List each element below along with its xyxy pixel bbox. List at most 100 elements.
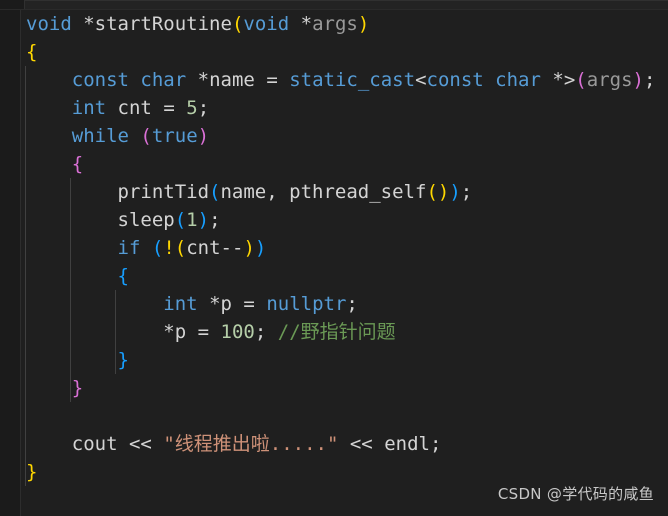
token-paren-close: ) xyxy=(243,237,255,259)
code-line: } xyxy=(0,374,668,402)
token-keyword-const: const xyxy=(426,69,484,91)
token-function-sleep: sleep xyxy=(117,209,175,231)
token-keyword-nullptr: nullptr xyxy=(266,293,347,315)
token-brace-open-depth3: { xyxy=(117,265,129,287)
code-line: cout << "线程推出啦....." << endl; xyxy=(0,430,668,458)
token-variable-name: name xyxy=(209,69,255,91)
token-operator-not: ! xyxy=(163,237,175,259)
token-keyword-true: true xyxy=(151,125,198,147)
token-paren-open: ( xyxy=(140,125,152,147)
token-paren-open: ( xyxy=(231,13,244,35)
token-keyword-void: void xyxy=(243,13,290,35)
token-operator-assign: = xyxy=(163,97,175,119)
token-number-1: 1 xyxy=(186,209,198,231)
token-function-pthread-self: pthread_self xyxy=(289,181,427,203)
code-line: const char *name = static_cast<const cha… xyxy=(0,66,668,94)
token-semicolon: ; xyxy=(643,69,656,91)
token-operator-star: * xyxy=(209,293,221,315)
csdn-watermark: CSDN @学代码的咸鱼 xyxy=(497,485,654,503)
token-semicolon: ; xyxy=(254,321,267,343)
code-line: *p = 100; //野指针问题 xyxy=(0,318,668,346)
token-keyword-if: if xyxy=(117,237,141,259)
token-semicolon: ; xyxy=(429,433,442,455)
token-comment: //野指针问题 xyxy=(277,321,396,343)
code-line: int cnt = 5; xyxy=(0,94,668,122)
token-paren-open: ( xyxy=(426,181,438,203)
code-area[interactable]: void *startRoutine(void *args) { const c… xyxy=(0,10,668,516)
token-paren-close: ) xyxy=(449,181,461,203)
token-operator-star: * xyxy=(300,13,313,35)
code-line: if (!(cnt--)) xyxy=(0,234,668,262)
token-semicolon: ; xyxy=(346,293,358,315)
token-paren-open: ( xyxy=(575,69,587,91)
token-number-5: 5 xyxy=(186,97,198,119)
token-variable-cout: cout xyxy=(71,433,118,455)
token-function-startroutine: startRoutine xyxy=(94,13,232,35)
token-parameter-args: args xyxy=(312,13,358,35)
token-paren-open: ( xyxy=(174,237,187,259)
token-paren-close: ) xyxy=(632,69,644,91)
token-variable-p: p xyxy=(220,293,232,315)
token-variable-p: p xyxy=(174,321,187,343)
token-function-printtid: printTid xyxy=(117,181,210,203)
token-paren-close: ) xyxy=(357,13,370,35)
token-comma: , xyxy=(266,181,278,203)
token-operator-lt: < xyxy=(415,69,427,91)
code-line: int *p = nullptr; xyxy=(0,290,668,318)
token-variable-args: args xyxy=(586,69,633,91)
token-operator-assign: = xyxy=(266,69,278,91)
token-operator-shift-left: << xyxy=(128,433,152,455)
token-brace-close-depth2: } xyxy=(71,377,84,399)
token-operator-assign: = xyxy=(197,321,210,343)
panel-top-edge xyxy=(0,0,668,10)
token-keyword-void: void xyxy=(26,13,72,35)
code-line: while (true) xyxy=(0,122,668,150)
token-operator-assign: = xyxy=(243,293,255,315)
token-operator-star: * xyxy=(197,69,210,91)
token-paren-open: ( xyxy=(209,181,221,203)
token-string-literal: "线程推出啦....." xyxy=(163,433,339,455)
token-semicolon: ; xyxy=(460,181,473,203)
token-operator-gt: > xyxy=(563,69,576,91)
token-variable-cnt: cnt xyxy=(186,237,221,259)
token-keyword-int: int xyxy=(71,97,107,119)
token-variable-name: name xyxy=(220,181,267,203)
token-paren-close: ) xyxy=(437,181,450,203)
token-operator-star: * xyxy=(163,321,175,343)
token-paren-close: ) xyxy=(197,209,210,231)
token-paren-open: ( xyxy=(151,237,164,259)
token-keyword-char: char xyxy=(140,69,187,91)
code-line: sleep(1); xyxy=(0,206,668,234)
token-keyword-while: while xyxy=(71,125,129,147)
code-line: void *startRoutine(void *args) xyxy=(0,10,668,38)
token-paren-close: ) xyxy=(197,125,210,147)
token-keyword-char: char xyxy=(495,69,541,91)
code-editor-screenshot: void *startRoutine(void *args) { const c… xyxy=(0,0,668,516)
token-brace-close-depth1: } xyxy=(26,461,38,483)
token-paren-open: ( xyxy=(174,209,187,231)
code-line: { xyxy=(0,262,668,290)
token-brace-close-depth3: } xyxy=(117,349,129,371)
token-variable-endl: endl xyxy=(384,433,430,455)
token-operator-star: * xyxy=(83,13,95,35)
token-number-100: 100 xyxy=(220,321,255,343)
token-keyword-const: const xyxy=(71,69,129,91)
panel-top-edge-inner xyxy=(24,0,668,9)
token-operator-decrement: -- xyxy=(220,237,244,259)
token-paren-close: ) xyxy=(254,237,267,259)
token-keyword-static-cast: static_cast xyxy=(289,69,416,91)
token-semicolon: ; xyxy=(197,97,210,119)
token-brace-open-depth2: { xyxy=(71,153,84,175)
token-variable-cnt: cnt xyxy=(117,97,152,119)
code-line: printTid(name, pthread_self()); xyxy=(0,178,668,206)
code-line: } xyxy=(0,346,668,374)
token-keyword-int: int xyxy=(163,293,198,315)
code-line: } xyxy=(0,458,668,486)
token-operator-star: * xyxy=(552,69,564,91)
code-line: { xyxy=(0,150,668,178)
token-semicolon: ; xyxy=(209,209,221,231)
code-line: { xyxy=(0,38,668,66)
token-brace-open-depth1: { xyxy=(26,41,38,63)
token-operator-shift-left: << xyxy=(349,433,373,455)
